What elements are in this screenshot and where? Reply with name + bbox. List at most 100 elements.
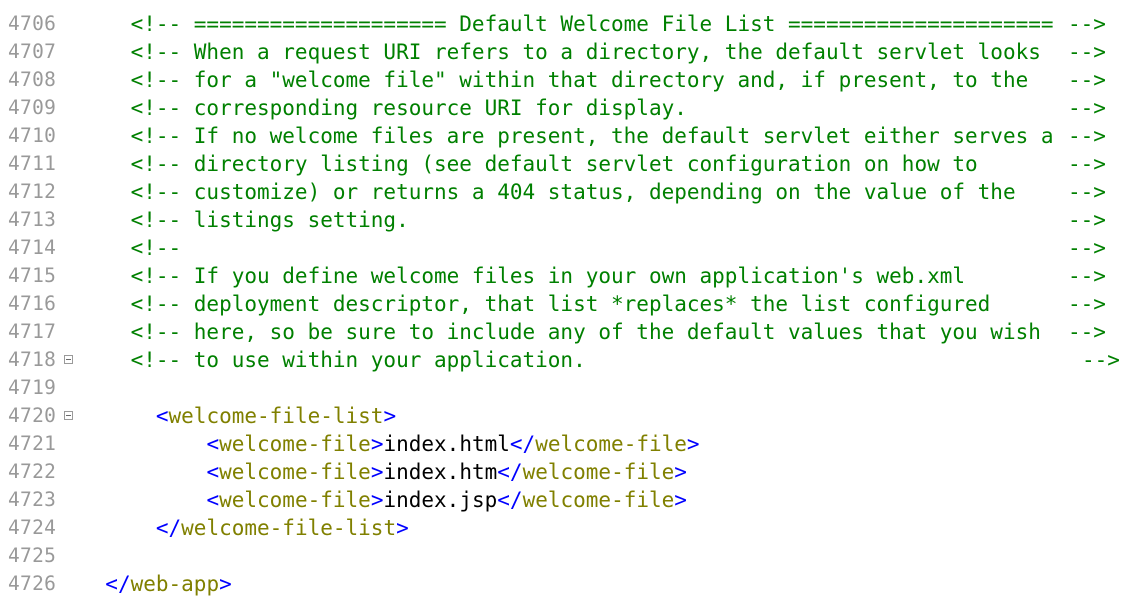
tag-close-bracket: > bbox=[370, 460, 384, 484]
line-number: 4709 bbox=[8, 96, 57, 119]
close-tag-name: welcome-file bbox=[522, 488, 675, 512]
end-tag-open-bracket: </ bbox=[105, 572, 131, 596]
comment-close: --> bbox=[1068, 152, 1106, 176]
line-number: 4714 bbox=[8, 236, 57, 259]
line-number: 4718 bbox=[8, 348, 57, 371]
comment-close: --> bbox=[1068, 124, 1106, 148]
code-line: 4720 <welcome-file-list> bbox=[0, 402, 1146, 430]
comment-text: <!-- listings setting. bbox=[80, 208, 409, 232]
code-line: 4711 <!-- directory listing (see default… bbox=[0, 150, 1146, 178]
code-line: 4710 <!-- If no welcome files are presen… bbox=[0, 122, 1146, 150]
line-number: 4725 bbox=[8, 544, 57, 567]
code-editor[interactable]: 4706 <!-- ==================== Default W… bbox=[0, 10, 1146, 598]
code-line: 4718 <!-- to use within your application… bbox=[0, 346, 1146, 374]
code-line: 4719 bbox=[0, 374, 1146, 402]
comment-close: --> bbox=[1068, 292, 1106, 316]
end-tag-open-bracket: </ bbox=[497, 460, 523, 484]
tag-close-bracket: > bbox=[396, 516, 409, 540]
comment-close: --> bbox=[1068, 40, 1106, 64]
line-number: 4707 bbox=[8, 40, 57, 63]
code-line: 4721 <welcome-file>index.html</welcome-f… bbox=[0, 430, 1146, 458]
comment-close: --> bbox=[1068, 12, 1106, 36]
element-text: index.html bbox=[383, 432, 510, 456]
comment-text: <!-- deployment descriptor, that list *r… bbox=[80, 292, 991, 316]
comment-text: <!-- If no welcome files are present, th… bbox=[80, 124, 1054, 148]
line-number: 4713 bbox=[8, 208, 57, 231]
tag-close-bracket: > bbox=[674, 460, 687, 484]
element-text: index.jsp bbox=[383, 488, 498, 512]
xml-code: <welcome-file>index.html</welcome-file> bbox=[80, 430, 700, 458]
code-line: 4717 <!-- here, so be sure to include an… bbox=[0, 318, 1146, 346]
comment-text: <!-- When a request URI refers to a dire… bbox=[80, 40, 1041, 64]
comment-text: <!-- to use within your application. bbox=[80, 348, 586, 372]
code-line: 4712 <!-- customize) or returns a 404 st… bbox=[0, 178, 1146, 206]
tag-close-bracket: > bbox=[383, 404, 397, 428]
code-line: 4725 bbox=[0, 542, 1146, 570]
comment-text: <!-- ==================== Default Welcom… bbox=[80, 12, 1054, 36]
line-number: 4712 bbox=[8, 180, 57, 203]
xml-code: <welcome-file-list> bbox=[80, 402, 396, 430]
comment-close: --> bbox=[1068, 320, 1106, 344]
code-line: 4709 <!-- corresponding resource URI for… bbox=[0, 94, 1146, 122]
code-line: 4715 <!-- If you define welcome files in… bbox=[0, 262, 1146, 290]
comment-text: <!-- here, so be sure to include any of … bbox=[80, 320, 1041, 344]
comment-text: <!-- corresponding resource URI for disp… bbox=[80, 96, 687, 120]
code-line: 4722 <welcome-file>index.htm</welcome-fi… bbox=[0, 458, 1146, 486]
line-number: 4706 bbox=[8, 12, 57, 35]
line-number: 4720 bbox=[8, 404, 57, 427]
line-number: 4710 bbox=[8, 124, 57, 147]
code-line: 4724 </welcome-file-list> bbox=[0, 514, 1146, 542]
previous-line-number: 4705 bbox=[0, 0, 46, 4]
line-number: 4724 bbox=[8, 516, 57, 539]
comment-close: --> bbox=[1082, 348, 1120, 372]
comment-text: <!-- bbox=[80, 236, 182, 260]
comment-text: <!-- customize) or returns a 404 status,… bbox=[80, 180, 1016, 204]
comment-text: <!-- for a "welcome file" within that di… bbox=[80, 68, 1029, 92]
xml-code: </welcome-file-list> bbox=[80, 514, 409, 542]
open-tag-name: welcome-file bbox=[219, 460, 371, 484]
code-line: 4714 <!-- --> bbox=[0, 234, 1146, 262]
line-number: 4711 bbox=[8, 152, 57, 175]
comment-close: --> bbox=[1068, 264, 1106, 288]
line-number: 4715 bbox=[8, 264, 57, 287]
line-number: 4723 bbox=[8, 488, 57, 511]
tag-open-bracket: < bbox=[206, 488, 220, 512]
close-tag-name: welcome-file-list bbox=[181, 516, 397, 540]
code-line: 4713 <!-- listings setting. --> bbox=[0, 206, 1146, 234]
open-tag-name: welcome-file-list bbox=[168, 404, 384, 428]
comment-close: --> bbox=[1068, 68, 1106, 92]
comment-close: --> bbox=[1068, 208, 1106, 232]
tag-close-bracket: > bbox=[219, 572, 232, 596]
line-number: 4726 bbox=[8, 572, 57, 595]
code-line: 4723 <welcome-file>index.jsp</welcome-fi… bbox=[0, 486, 1146, 514]
code-line: 4726 </web-app> bbox=[0, 570, 1146, 598]
comment-close: --> bbox=[1068, 96, 1106, 120]
xml-code: </web-app> bbox=[80, 570, 232, 598]
tag-open-bracket: < bbox=[155, 404, 169, 428]
line-number: 4722 bbox=[8, 460, 57, 483]
code-line: 4708 <!-- for a "welcome file" within th… bbox=[0, 66, 1146, 94]
fold-toggle-icon[interactable] bbox=[64, 355, 73, 364]
open-tag-name: welcome-file bbox=[219, 488, 371, 512]
close-tag-name: web-app bbox=[130, 572, 220, 596]
tag-open-bracket: < bbox=[206, 432, 220, 456]
end-tag-open-bracket: </ bbox=[155, 516, 182, 540]
line-number: 4716 bbox=[8, 292, 57, 315]
line-number: 4717 bbox=[8, 320, 57, 343]
fold-toggle-icon[interactable] bbox=[64, 411, 73, 420]
tag-close-bracket: > bbox=[674, 488, 687, 512]
line-number: 4721 bbox=[8, 432, 57, 455]
end-tag-open-bracket: </ bbox=[497, 488, 523, 512]
xml-code: <welcome-file>index.jsp</welcome-file> bbox=[80, 486, 687, 514]
open-tag-name: welcome-file bbox=[219, 432, 371, 456]
close-tag-name: welcome-file bbox=[522, 460, 675, 484]
code-line: 4707 <!-- When a request URI refers to a… bbox=[0, 38, 1146, 66]
tag-close-bracket: > bbox=[686, 432, 700, 456]
element-text: index.htm bbox=[383, 460, 498, 484]
comment-text: <!-- If you define welcome files in your… bbox=[80, 264, 966, 288]
